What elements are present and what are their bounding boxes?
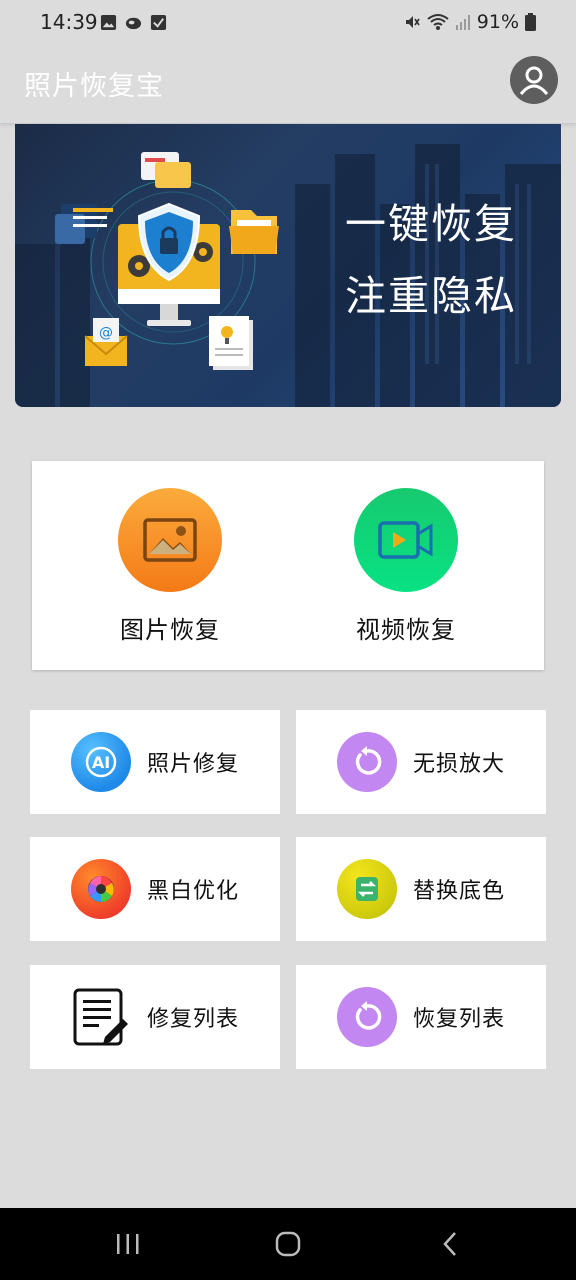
recents-button[interactable] — [108, 1228, 148, 1260]
signal-icon — [455, 15, 470, 30]
image-recovery-button[interactable]: 图片恢复 — [70, 461, 270, 670]
app-bar: 照片恢复宝 — [0, 46, 576, 124]
swap-icon — [337, 859, 397, 919]
recovery-list-tile[interactable]: 恢复列表 — [296, 965, 546, 1069]
repair-list-label: 修复列表 — [147, 1007, 240, 1032]
back-button[interactable] — [430, 1228, 470, 1260]
status-bar: 14:39 91% — [0, 0, 576, 46]
mute-icon — [405, 16, 420, 28]
back-icon — [443, 1232, 456, 1256]
home-icon — [275, 1231, 301, 1257]
video-recovery-circle — [354, 488, 458, 592]
wifi-icon — [427, 14, 449, 30]
banner-slogan-1: 一键恢复 — [345, 200, 517, 248]
system-status: 91% — [403, 11, 536, 33]
image-recovery-circle — [118, 488, 222, 592]
promo-banner[interactable]: @ 一键恢复 注重隐私 — [15, 124, 561, 407]
color-wheel-icon — [71, 859, 131, 919]
lossless-upscale-tile[interactable]: 无损放大 — [296, 710, 546, 814]
replace-background-label: 替换底色 — [413, 879, 506, 904]
app-title: 照片恢复宝 — [24, 71, 164, 102]
cloud-icon — [125, 17, 142, 30]
video-recovery-label: 视频恢复 — [356, 616, 456, 644]
refresh-icon — [337, 987, 397, 1047]
profile-button[interactable] — [510, 56, 558, 104]
svg-text:AI: AI — [92, 753, 110, 772]
primary-actions-card: 图片恢复 视频恢复 — [32, 461, 544, 670]
status-time: 14:39 — [40, 10, 98, 34]
ai-icon: AI — [71, 732, 131, 792]
battery-icon — [525, 13, 536, 31]
svg-text:@: @ — [99, 325, 113, 341]
checkbox-icon — [150, 14, 167, 31]
battery-percent: 91% — [476, 11, 519, 33]
gallery-icon — [100, 14, 117, 31]
video-icon — [378, 521, 433, 559]
photo-repair-label: 照片修复 — [147, 752, 240, 777]
image-recovery-label: 图片恢复 — [120, 616, 220, 644]
image-icon — [143, 518, 197, 562]
user-icon — [519, 66, 549, 95]
recents-icon — [117, 1234, 139, 1254]
home-button[interactable] — [268, 1228, 308, 1260]
system-nav-bar — [0, 1208, 576, 1280]
repair-list-tile[interactable]: 修复列表 — [30, 965, 280, 1069]
bw-optimize-label: 黑白优化 — [147, 879, 240, 904]
banner-slogan-2: 注重隐私 — [345, 272, 517, 320]
bw-optimize-tile[interactable]: 黑白优化 — [30, 837, 280, 941]
list-edit-icon — [71, 987, 131, 1047]
video-recovery-button[interactable]: 视频恢复 — [306, 461, 506, 670]
notification-icons — [100, 14, 167, 31]
replace-background-tile[interactable]: 替换底色 — [296, 837, 546, 941]
lossless-upscale-label: 无损放大 — [413, 752, 506, 777]
photo-repair-tile[interactable]: AI 照片修复 — [30, 710, 280, 814]
recovery-list-label: 恢复列表 — [413, 1007, 506, 1032]
refresh-icon — [337, 732, 397, 792]
